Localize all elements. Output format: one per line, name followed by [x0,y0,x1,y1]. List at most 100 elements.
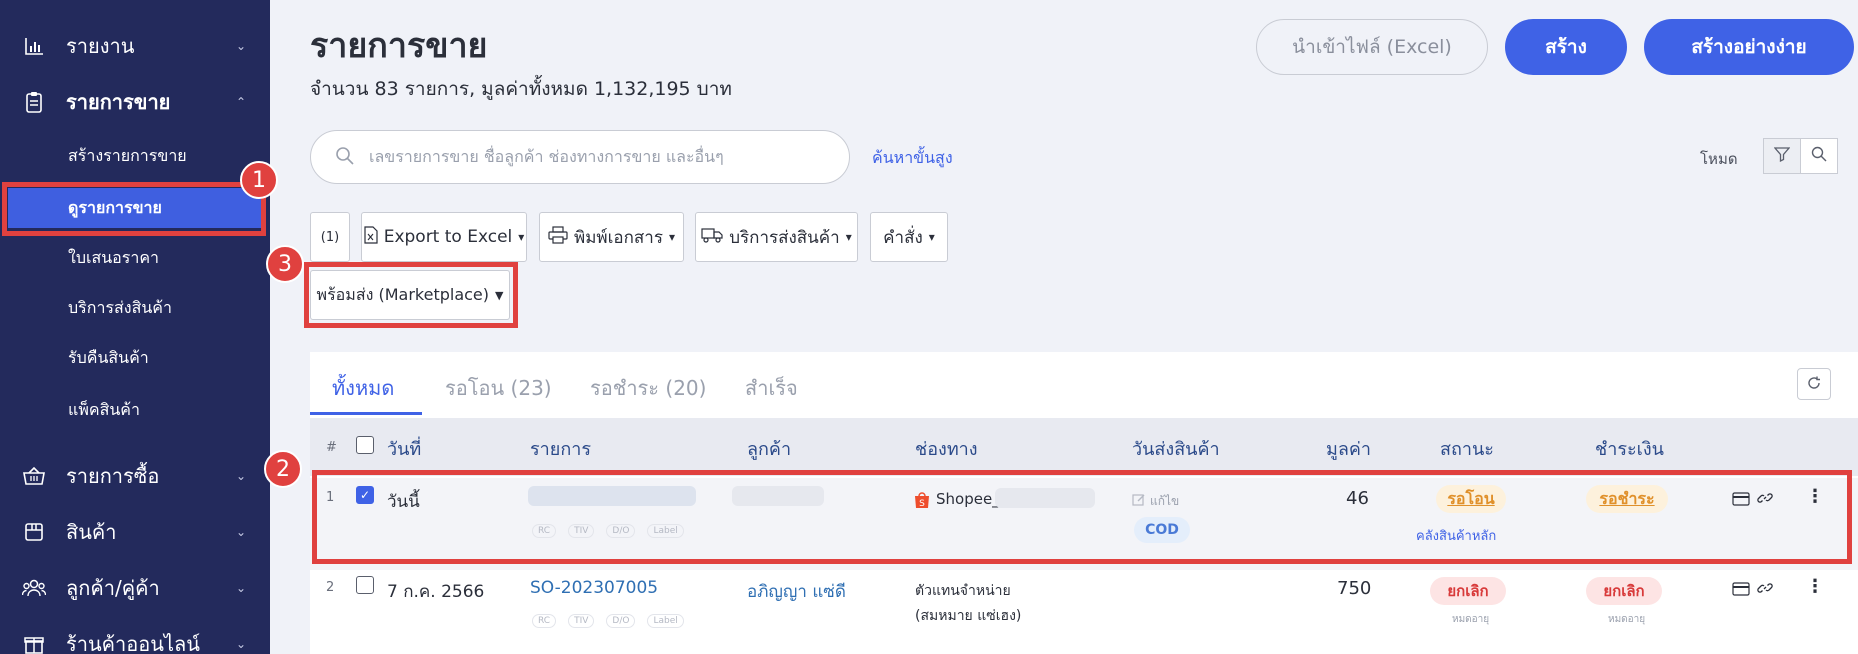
column-payment: ชำระเงิน [1595,439,1664,460]
sidebar-item-purchase[interactable]: รายการซื้อ ⌄ [0,456,270,496]
annotation-badge-1: 1 [240,161,278,199]
sidebar-item-online-store[interactable]: ร้านค้าออนไลน์ ⌄ [0,624,270,654]
tag-do[interactable]: D/O [606,614,636,628]
chevron-down-icon: ⌄ [236,581,247,595]
search-input[interactable]: เลขรายการขาย ชื่อลูกค้า ช่องทางการขาย แล… [310,130,850,184]
search-icon [1811,146,1827,166]
row-number: 2 [326,580,335,595]
refresh-button[interactable] [1797,368,1831,400]
mode-label: โหมด [1700,150,1738,168]
tab-waiting-transfer[interactable]: รอโอน (23) [445,372,552,404]
filter-icon [1773,146,1791,166]
active-tab-indicator [310,412,422,415]
chevron-down-icon: ⌄ [236,637,247,651]
command-button[interactable]: คำสั่ง ▾ [870,212,948,262]
annotation-badge-2: 2 [264,450,302,488]
select-all-checkbox[interactable] [356,436,374,454]
main-content: รายการขาย จำนวน 83 รายการ, มูลค่าทั้งหมด… [264,0,1858,654]
tab-waiting-payment[interactable]: รอชำระ (20) [590,372,706,404]
sidebar-item-label: รายงาน [66,34,135,58]
document-tags: RC TIV D/O Label [532,614,684,628]
print-label: พิมพ์เอกสาร [573,227,663,248]
row-date: 7 ก.ค. 2566 [387,582,485,602]
column-date: วันที่ [387,439,422,460]
create-simple-button[interactable]: สร้างอย่างง่าย [1644,19,1854,75]
export-excel-button[interactable]: Export to Excel ▾ [361,212,527,262]
column-customer: ลูกค้า [747,439,792,460]
sidebar-subitem-label: แพ็คสินค้า [68,399,140,419]
tab-all[interactable]: ทั้งหมด [332,372,394,404]
export-label: Export to Excel [383,227,513,247]
row-item-link[interactable]: SO-202307005 [530,578,658,598]
import-excel-button[interactable]: นำเข้าไฟล์ (Excel) [1256,19,1488,75]
sidebar-subitem-label: บริการส่งสินค้า [68,297,172,317]
row-value: 750 [1337,578,1372,599]
chevron-down-icon: ▾ [845,230,852,244]
chevron-up-icon: ⌃ [236,95,247,109]
annotation-badge-3: 3 [266,245,304,283]
users-icon [22,576,46,600]
sidebar-subitem-label: รับคืนสินค้า [68,347,149,367]
sidebar-subitem-create-sale[interactable]: สร้างรายการขาย [0,136,270,176]
sidebar-subitem-quotation[interactable]: ใบเสนอราคา [0,238,270,278]
sidebar-item-sales[interactable]: รายการขาย ⌃ [0,82,270,122]
refresh-icon [1807,375,1821,394]
sidebar-subitem-packing[interactable]: แพ็คสินค้า [0,390,270,430]
sidebar-subitem-shipping[interactable]: บริการส่งสินค้า [0,288,270,328]
clipboard-icon [22,90,46,114]
sidebar-item-label: ร้านค้าออนไลน์ [66,632,200,654]
page-summary: จำนวน 83 รายการ, มูลค่าทั้งหมด 1,132,195… [310,78,732,100]
row-customer-link[interactable]: อภิญญา แซ่ดี [747,578,846,605]
chevron-down-icon: ⌄ [236,39,247,53]
row-channel: ตัวแทนจำหน่าย [915,583,1011,599]
tag-label[interactable]: Label [647,614,684,628]
create-button[interactable]: สร้าง [1505,19,1627,75]
chevron-down-icon: ⌄ [236,469,247,483]
tag-tiv[interactable]: TIV [568,614,595,628]
gift-icon [22,632,46,654]
column-value: มูลค่า [1326,439,1372,460]
sidebar-subitem-label: สร้างรายการขาย [68,145,187,165]
chevron-down-icon: ▾ [928,230,935,244]
sidebar-subitem-returns[interactable]: รับคืนสินค้า [0,338,270,378]
filter-button[interactable] [1763,138,1801,174]
column-number: # [326,440,337,455]
shipping-service-button[interactable]: บริการส่งสินค้า ▾ [695,212,858,262]
more-options-icon[interactable]: ⋮ [1806,576,1824,597]
sidebar-item-label: สินค้า [66,520,117,544]
tag-rc[interactable]: RC [532,614,557,628]
search-mode-button[interactable] [1800,138,1838,174]
column-item: รายการ [530,439,591,460]
advanced-search-link[interactable]: ค้นหาขั้นสูง [872,146,953,171]
box-icon [22,520,46,544]
selected-count-button[interactable]: (1) [310,212,350,262]
row-checkbox[interactable] [356,576,374,594]
truck-icon [701,227,723,248]
sidebar: รายงาน ⌄ รายการขาย ⌃ สร้างรายการขาย ดูรา… [0,0,270,654]
search-placeholder: เลขรายการขาย ชื่อลูกค้า ช่องทางการขาย แล… [369,146,724,166]
chevron-down-icon: ⌄ [236,525,247,539]
basket-icon [22,464,46,488]
sidebar-item-products[interactable]: สินค้า ⌄ [0,512,270,552]
sidebar-item-label: ลูกค้า/คู่ค้า [66,576,160,600]
search-icon [335,146,355,170]
link-icon[interactable] [1757,580,1773,600]
tab-completed[interactable]: สำเร็จ [745,372,798,404]
bar-chart-icon [22,34,46,58]
column-channel: ช่องทาง [915,439,978,460]
page-title: รายการขาย [310,26,488,66]
column-status: สถานะ [1440,439,1494,460]
row-channel-agent: (สมหมาย แซ่เฮง) [915,608,1022,624]
column-ship-date: วันส่งสินค้า [1132,439,1220,460]
annotation-box-1 [2,182,266,236]
status-note: หมดอายุ [1452,614,1490,625]
sidebar-item-customers[interactable]: ลูกค้า/คู่ค้า ⌄ [0,568,270,608]
print-documents-button[interactable]: พิมพ์เอกสาร ▾ [539,212,684,262]
command-label: คำสั่ง [883,227,923,248]
sidebar-item-report[interactable]: รายงาน ⌄ [0,26,270,66]
sidebar-item-label: รายการขาย [66,90,171,114]
annotation-box-2 [312,470,1852,564]
shipping-label: บริการส่งสินค้า [729,227,840,248]
annotation-box-3 [304,262,518,328]
credit-card-icon[interactable] [1732,581,1750,600]
